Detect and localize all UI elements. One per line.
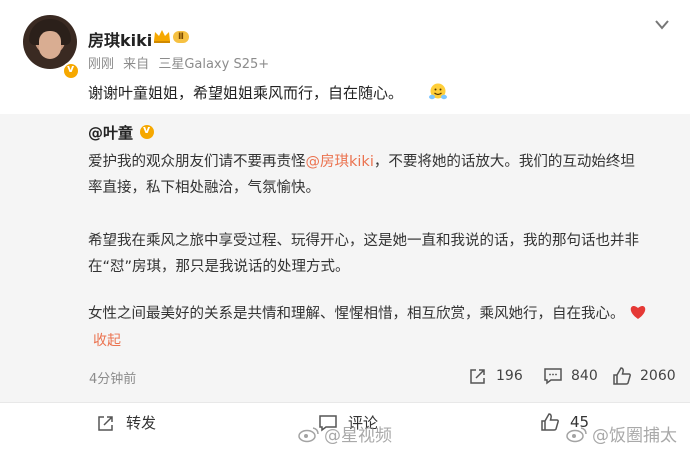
repost-text: ，不要将她的话放大。我们的互动始终坦	[373, 154, 635, 170]
comment-count-button[interactable]: 840	[543, 366, 598, 386]
repost-count-button[interactable]: 196	[468, 366, 523, 386]
like-count: 2060	[640, 368, 676, 384]
source-device: 三星Galaxy S25+	[158, 57, 270, 72]
member-level-badge: Ⅱ	[173, 31, 189, 43]
repost-author[interactable]: @叶童	[88, 122, 133, 143]
post-text: 谢谢叶童姐姐，希望姐姐乘风而行，自在随心。	[88, 84, 404, 102]
share-icon	[98, 415, 113, 431]
weibo-logo-icon	[566, 426, 587, 442]
collapse-link[interactable]: 收起	[93, 330, 121, 350]
watermark: @星视频	[298, 421, 392, 446]
repost-paragraph-2: 希望我在乘风之旅中享受过程、玩得开心，这是她一直和我说的话，我的那句话也并非 在…	[88, 228, 648, 280]
weibo-logo-icon	[298, 426, 319, 442]
user-avatar[interactable]	[23, 15, 77, 69]
like-count-button[interactable]: 2060	[612, 366, 676, 386]
watermark-text: @饭圈捕太	[592, 426, 677, 446]
repost-text: 希望我在乘风之旅中享受过程、玩得开心，这是她一直和我说的话，我的那句话也并非	[88, 233, 639, 249]
repost-paragraph-3: 女性之间最美好的关系是共情和理解、惺惺相惜，相互欣赏，乘风她行，自在我心。	[88, 301, 648, 327]
source-prefix: 来自	[123, 57, 150, 72]
repost-label: 转发	[126, 414, 157, 432]
post-meta: 刚刚 来自 三星Galaxy S25+	[88, 53, 274, 72]
repost-timestamp[interactable]: 4分钟前	[89, 368, 136, 387]
repost-text: 爱护我的观众朋友们请不要再责怪	[88, 154, 306, 170]
repost-text: 率直接，私下相处融洽，气氛愉快。	[88, 180, 320, 196]
share-icon	[470, 369, 485, 384]
chevron-down-icon[interactable]	[654, 18, 670, 32]
comment-icon	[544, 368, 562, 385]
mention-link[interactable]: @房琪kiki	[306, 154, 374, 170]
crown-icon	[154, 30, 170, 43]
repost-text: 女性之间最美好的关系是共情和理解、惺惺相惜，相互欣赏，乘风她行，自在我心。	[88, 306, 625, 322]
repost-text: 在“怼”房琪，那只是我说话的处理方式。	[88, 259, 350, 275]
thumbs-up-icon	[541, 413, 559, 431]
post-time: 刚刚	[88, 57, 115, 72]
repost-paragraph-1: 爱护我的观众朋友们请不要再责怪@房琪kiki，不要将她的话放大。我们的互动始终坦…	[88, 149, 648, 201]
verified-icon	[140, 123, 154, 139]
repost-count: 196	[496, 368, 523, 384]
verified-badge-icon	[62, 62, 80, 80]
watermark: @饭圈捕太	[566, 421, 677, 446]
comment-count: 840	[571, 368, 598, 384]
username[interactable]: 房琪kiki	[88, 27, 152, 51]
repost-button[interactable]: 转发	[96, 412, 156, 433]
hug-emoji-icon	[429, 83, 447, 100]
thumbs-up-icon	[613, 367, 631, 385]
watermark-text: @星视频	[324, 426, 392, 446]
heart-emoji-icon	[630, 306, 645, 319]
